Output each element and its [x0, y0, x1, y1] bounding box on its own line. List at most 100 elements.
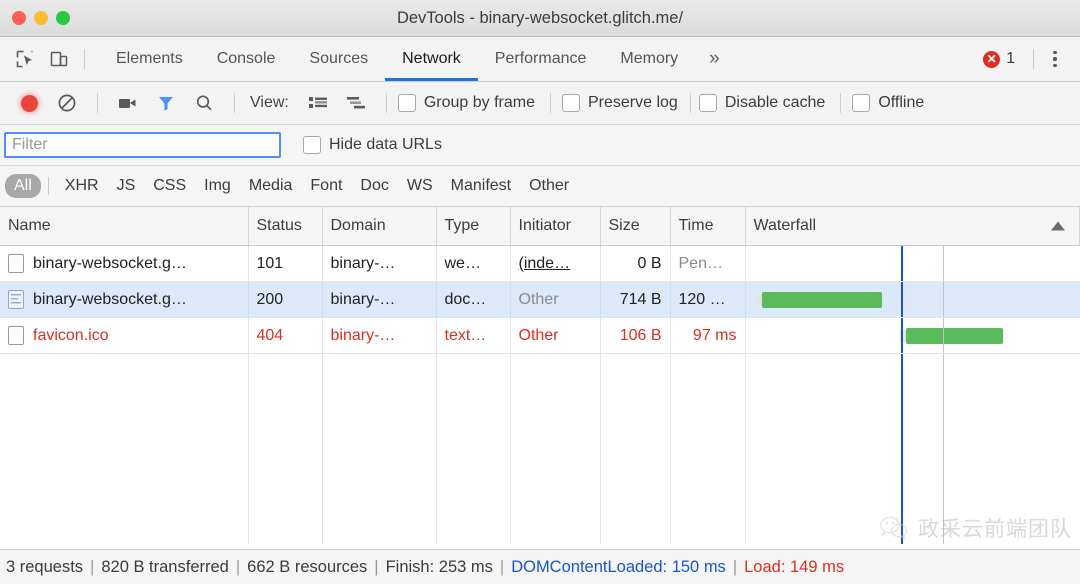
table-row[interactable]: binary-websocket.g… 101 binary-… we… (in…: [0, 245, 1080, 282]
close-window-button[interactable]: [12, 11, 26, 25]
filter-input[interactable]: [4, 132, 281, 158]
search-icon: [196, 95, 212, 111]
load-line: [942, 282, 944, 317]
table-row[interactable]: binary-websocket.g… 200 binary-… doc… Ot…: [0, 281, 1080, 318]
record-icon: [20, 94, 38, 112]
requests-table-container: Name Status Domain Type Initiator Size T…: [0, 207, 1080, 549]
hide-data-urls-checkbox[interactable]: Hide data URLs: [303, 136, 442, 154]
record-button[interactable]: [10, 88, 48, 118]
filter-button[interactable]: [147, 88, 185, 118]
tab-sources[interactable]: Sources: [292, 37, 385, 81]
load-line: [942, 318, 944, 353]
type-filter-all[interactable]: All: [5, 174, 41, 198]
zoom-window-button[interactable]: [56, 11, 70, 25]
cell-initiator: Other: [510, 281, 601, 318]
cell-type: doc…: [436, 281, 511, 318]
type-filter-doc[interactable]: Doc: [351, 174, 397, 198]
hide-data-urls-box: [303, 136, 321, 154]
request-name-label: favicon.ico: [33, 326, 109, 344]
capture-screenshots-button[interactable]: [109, 88, 147, 118]
dom-content-loaded-line: [900, 282, 903, 317]
cell-domain: binary-…: [322, 245, 437, 282]
view-waterfall-button[interactable]: [337, 88, 375, 118]
cell-waterfall: [745, 317, 1080, 354]
dom-content-loaded-line: [900, 246, 903, 281]
panel-tabs: Elements Console Sources Network Perform…: [99, 37, 734, 81]
group-by-frame-checkbox[interactable]: Group by frame: [397, 94, 535, 112]
type-filter-css[interactable]: CSS: [144, 174, 195, 198]
column-header-time[interactable]: Time: [670, 207, 746, 246]
type-filter-js[interactable]: JS: [108, 174, 145, 198]
more-tabs-button[interactable]: »: [695, 37, 734, 81]
tab-memory[interactable]: Memory: [603, 37, 695, 81]
window-title: DevTools - binary-websocket.glitch.me/: [396, 8, 684, 27]
tab-console[interactable]: Console: [200, 37, 293, 81]
status-separator: |: [90, 557, 95, 576]
type-filter-ws[interactable]: WS: [398, 174, 442, 198]
offline-checkbox[interactable]: Offline: [852, 94, 924, 112]
hide-data-urls-label: Hide data URLs: [329, 136, 442, 153]
type-filter-font[interactable]: Font: [301, 174, 351, 198]
column-header-domain[interactable]: Domain: [322, 207, 437, 246]
cell-name: favicon.ico: [0, 317, 249, 354]
column-header-waterfall[interactable]: Waterfall: [745, 207, 1080, 246]
cell-name: binary-websocket.g…: [0, 281, 249, 318]
tab-console-label: Console: [216, 50, 276, 67]
error-icon: ✕: [983, 50, 1001, 68]
toolbar-divider-1: [97, 93, 98, 113]
search-button[interactable]: [185, 88, 223, 118]
group-by-frame-box: [397, 94, 416, 112]
column-header-type[interactable]: Type: [436, 207, 511, 246]
type-filter-other[interactable]: Other: [520, 174, 578, 198]
column-header-name[interactable]: Name: [0, 207, 249, 246]
tab-performance[interactable]: Performance: [478, 37, 604, 81]
column-header-status[interactable]: Status: [248, 207, 323, 246]
cell-name: binary-websocket.g…: [0, 245, 249, 282]
inspect-element-icon[interactable]: [8, 44, 42, 74]
type-filter-media[interactable]: Media: [240, 174, 302, 198]
status-separator: |: [732, 557, 738, 576]
column-header-size[interactable]: Size: [600, 207, 671, 246]
status-bar: 3 requests | 820 B transferred | 662 B r…: [0, 549, 1080, 584]
offline-label: Offline: [878, 94, 925, 111]
camera-icon: [119, 99, 136, 108]
window-titlebar: DevTools - binary-websocket.glitch.me/: [0, 0, 1080, 37]
tab-elements[interactable]: Elements: [99, 37, 200, 81]
type-filter-img[interactable]: Img: [195, 174, 240, 198]
cell-initiator: Other: [510, 317, 601, 354]
tab-network[interactable]: Network: [385, 37, 478, 81]
cell-waterfall: [745, 281, 1080, 318]
kebab-menu-icon[interactable]: [1042, 50, 1068, 68]
cell-waterfall: [745, 245, 1080, 282]
cell-domain: binary-…: [322, 281, 437, 318]
column-header-waterfall-label: Waterfall: [753, 217, 817, 234]
column-header-initiator[interactable]: Initiator: [510, 207, 601, 246]
tabstrip-divider: [84, 49, 85, 69]
status-transferred: 820 B transferred: [101, 557, 229, 576]
view-label: View:: [250, 94, 289, 111]
cell-size: 0 B: [600, 245, 671, 282]
tabstrip-right-controls: ✕ 1: [983, 49, 1074, 69]
cell-status: 101: [248, 245, 323, 282]
requests-table: Name Status Domain Type Initiator Size T…: [0, 207, 1080, 544]
request-name-label: binary-websocket.g…: [33, 254, 187, 272]
toolbar-divider-2: [234, 93, 235, 113]
disable-cache-checkbox[interactable]: Disable cache: [698, 94, 825, 112]
type-filter-divider: [47, 177, 49, 195]
file-icon: [8, 254, 24, 273]
preserve-log-checkbox[interactable]: Preserve log: [562, 94, 678, 112]
cell-initiator[interactable]: (inde…: [510, 245, 601, 282]
minimize-window-button[interactable]: [34, 11, 48, 25]
view-list-button[interactable]: [299, 88, 337, 118]
disable-cache-box: [698, 94, 717, 112]
device-toolbar-icon[interactable]: [42, 44, 76, 74]
error-count-badge[interactable]: ✕ 1: [983, 50, 1025, 68]
toolbar-divider-3: [385, 93, 387, 113]
cell-domain: binary-…: [322, 317, 437, 354]
clear-button[interactable]: [48, 88, 86, 118]
type-filter-manifest[interactable]: Manifest: [442, 174, 520, 198]
type-filter-xhr[interactable]: XHR: [56, 174, 108, 198]
tab-memory-label: Memory: [620, 50, 679, 67]
table-row[interactable]: favicon.ico 404 binary-… text… Other 106…: [0, 317, 1080, 354]
toolbar-divider-4: [550, 93, 551, 113]
